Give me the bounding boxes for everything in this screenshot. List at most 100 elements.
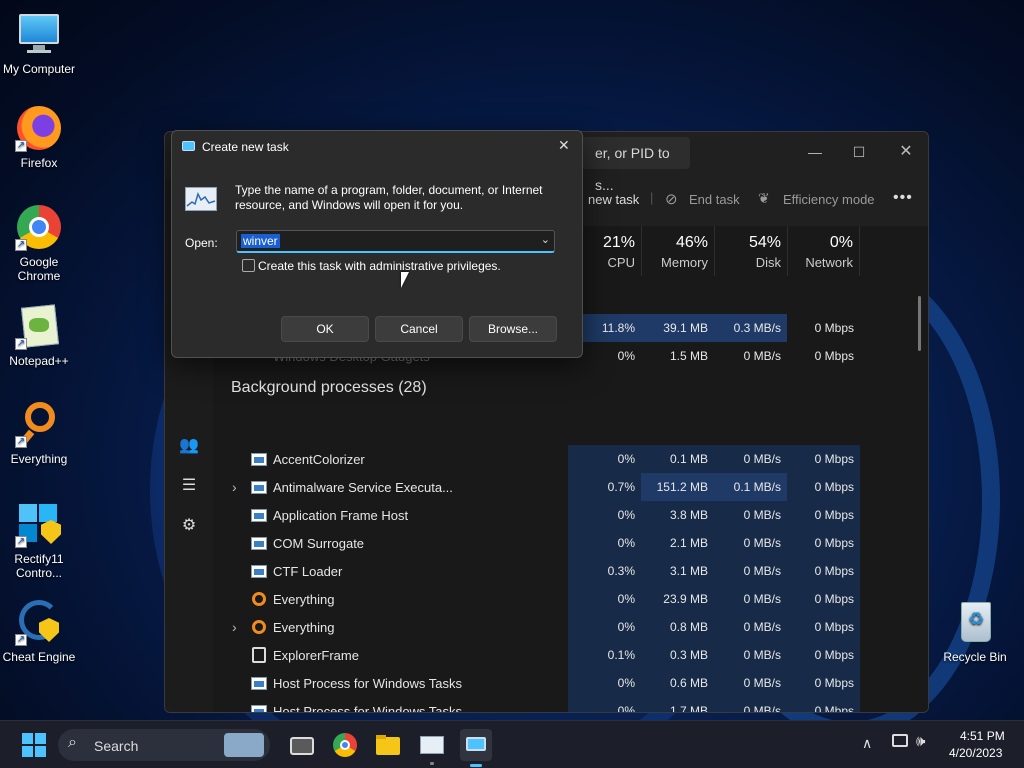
run-dialog-taskbar-icon[interactable] — [460, 729, 492, 767]
table-row[interactable]: Host Process for Windows Tasks 0% 0.6 MB 0 … — [213, 669, 873, 697]
process-name: COM Surrogate — [273, 536, 365, 551]
window-app-icon — [251, 705, 267, 712]
cell-cpu: 0% — [568, 501, 641, 529]
chevron-right-icon[interactable]: › — [232, 619, 237, 635]
desktop-icon-firefox[interactable]: ↗ Firefox — [0, 104, 78, 170]
desktop-icon-chrome[interactable]: ↗ Google Chrome — [0, 203, 78, 283]
cell-disk: 0 MB/s — [714, 641, 787, 669]
chevron-up-icon[interactable]: ∧ — [862, 735, 872, 752]
table-row[interactable]: Everything 0% 23.9 MB 0 MB/s 0 Mbps — [213, 585, 873, 613]
scrollbar[interactable] — [918, 296, 921, 351]
everything-icon — [252, 620, 266, 634]
minimize-button[interactable]: — — [800, 138, 830, 166]
users-icon[interactable]: 👥 — [177, 434, 201, 458]
cell-disk: 0 MB/s — [714, 613, 787, 641]
end-task-button[interactable]: End task — [689, 192, 740, 207]
process-name: CTF Loader — [273, 564, 343, 579]
open-combobox[interactable]: winver ⌄ — [236, 230, 555, 253]
table-row[interactable]: ExplorerFrame 0.1% 0.3 MB 0 MB/s 0 Mbps — [213, 641, 873, 669]
cell-disk: 0 MB/s — [714, 697, 787, 712]
column-header-network[interactable]: 0% Network — [787, 226, 860, 276]
cell-disk: 0 MB/s — [714, 557, 787, 585]
volume-icon[interactable]: 🕪 — [916, 733, 925, 750]
create-new-task-dialog: Create new task ✕ Type the name of a pro… — [171, 130, 583, 358]
table-row[interactable]: › Everything 0% 0.8 MB 0 MB/s 0 Mbps — [213, 613, 873, 641]
admin-checkbox[interactable] — [242, 259, 255, 272]
everything-icon: ↗ — [15, 400, 63, 448]
memory-percent: 46% — [675, 234, 708, 251]
cell-disk: 0 MB/s — [714, 501, 787, 529]
cell-cpu: 0% — [568, 613, 641, 641]
leaf-icon: ❦ — [758, 190, 770, 206]
desktop-icon-rectify11[interactable]: ↗ Rectify11 Contro... — [0, 500, 78, 580]
cell-cpu: 0% — [568, 669, 641, 697]
start-button[interactable] — [18, 729, 50, 761]
more-options-button[interactable]: ••• — [893, 189, 913, 207]
desktop-icon-label: Cheat Engine — [2, 650, 76, 664]
cheat-engine-icon: ↗ — [15, 598, 63, 646]
chevron-right-icon[interactable]: › — [232, 479, 237, 495]
network-label: Network — [805, 255, 853, 270]
browse-button[interactable]: Browse... — [469, 316, 557, 342]
task-view-icon[interactable] — [286, 729, 318, 761]
table-row[interactable]: CTF Loader 0.3% 3.1 MB 0 MB/s 0 Mbps — [213, 557, 873, 585]
cell-memory: 0.3 MB — [641, 641, 714, 669]
efficiency-mode-button[interactable]: Efficiency mode — [783, 192, 875, 207]
table-row[interactable]: Host Process for Windows Tasks 0% 1.7 MB 0 … — [213, 697, 873, 712]
table-row[interactable]: Application Frame Host 0% 3.8 MB 0 MB/s 0 Mb… — [213, 501, 873, 529]
file-explorer-icon[interactable] — [372, 729, 404, 761]
disk-percent: 54% — [748, 234, 781, 251]
table-row[interactable]: COM Surrogate 0% 2.1 MB 0 MB/s 0 Mbps — [213, 529, 873, 557]
desktop-icon-my-computer[interactable]: My Computer — [0, 10, 78, 76]
close-button[interactable]: ✕ — [891, 138, 921, 166]
toolbar-divider: | — [650, 190, 654, 205]
desktop-icon-cheat-engine[interactable]: ↗ Cheat Engine — [0, 598, 78, 664]
cell-disk: 0 MB/s — [714, 669, 787, 697]
details-icon[interactable]: ☰ — [177, 474, 201, 498]
column-header-memory[interactable]: 46% Memory — [641, 226, 714, 276]
cell-network: 0 Mbps — [787, 669, 860, 697]
task-manager-taskbar-icon[interactable] — [416, 729, 448, 765]
run-new-task-button[interactable]: new task — [588, 192, 639, 207]
recycle-bin-icon: ♻ — [951, 598, 999, 646]
cell-memory: 39.1 MB — [641, 314, 714, 342]
cell-memory: 1.5 MB — [669, 349, 708, 363]
open-input[interactable]: winver — [241, 234, 280, 248]
maximize-button[interactable]: ☐ — [844, 138, 874, 166]
dialog-description: Type the name of a program, folder, docu… — [235, 183, 543, 212]
cell-disk: 0.3 MB/s — [714, 314, 787, 342]
admin-checkbox-label[interactable]: Create this task with administrative pri… — [258, 259, 501, 273]
process-name: Everything — [273, 592, 335, 607]
window-app-icon — [251, 509, 267, 522]
desktop-icon-notepad-plus-plus[interactable]: ↗ Notepad++ — [0, 302, 78, 368]
cancel-button[interactable]: Cancel — [375, 316, 463, 342]
cell-network: 0 Mbps — [787, 697, 860, 712]
network-icon[interactable] — [892, 734, 908, 747]
cell-cpu: 0% — [568, 585, 641, 613]
dialog-title: Create new task — [202, 140, 289, 154]
cell-memory: 151.2 MB — [641, 473, 714, 501]
taskbar-search[interactable]: ⌕ Search — [58, 729, 270, 761]
ok-button[interactable]: OK — [281, 316, 369, 342]
desktop-icon-label: Recycle Bin — [943, 650, 1007, 664]
cell-cpu: 0.7% — [568, 473, 641, 501]
chrome-taskbar-icon[interactable] — [329, 729, 361, 761]
column-header-disk[interactable]: 54% Disk — [714, 226, 787, 276]
cell-disk: 0.1 MB/s — [714, 473, 787, 501]
monitor-icon — [15, 10, 63, 58]
desktop-icon-recycle-bin[interactable]: ♻ Recycle Bin — [936, 598, 1014, 664]
clock-time[interactable]: 4:51 PM — [960, 729, 1005, 743]
chrome-icon: ↗ — [15, 203, 63, 251]
desktop-icon-everything[interactable]: ↗ Everything — [0, 400, 78, 466]
services-icon[interactable]: ⚙ — [177, 514, 201, 538]
dialog-close-button[interactable]: ✕ — [558, 137, 570, 154]
chevron-down-icon[interactable]: ⌄ — [541, 233, 550, 246]
table-row[interactable]: › Antimalware Service Executa... 0.7% 151.2… — [213, 473, 873, 501]
task-manager-icon — [185, 187, 217, 211]
cell-network: 0 Mbps — [787, 585, 860, 613]
taskbar: ⌕ Search ∧ 🕪 4:51 PM 4/20/2023 — [0, 720, 1024, 768]
everything-icon — [252, 592, 266, 606]
window-app-icon — [251, 677, 267, 690]
clock-date[interactable]: 4/20/2023 — [949, 746, 1002, 760]
table-row[interactable]: AccentColorizer 0% 0.1 MB 0 MB/s 0 Mbps — [213, 445, 873, 473]
